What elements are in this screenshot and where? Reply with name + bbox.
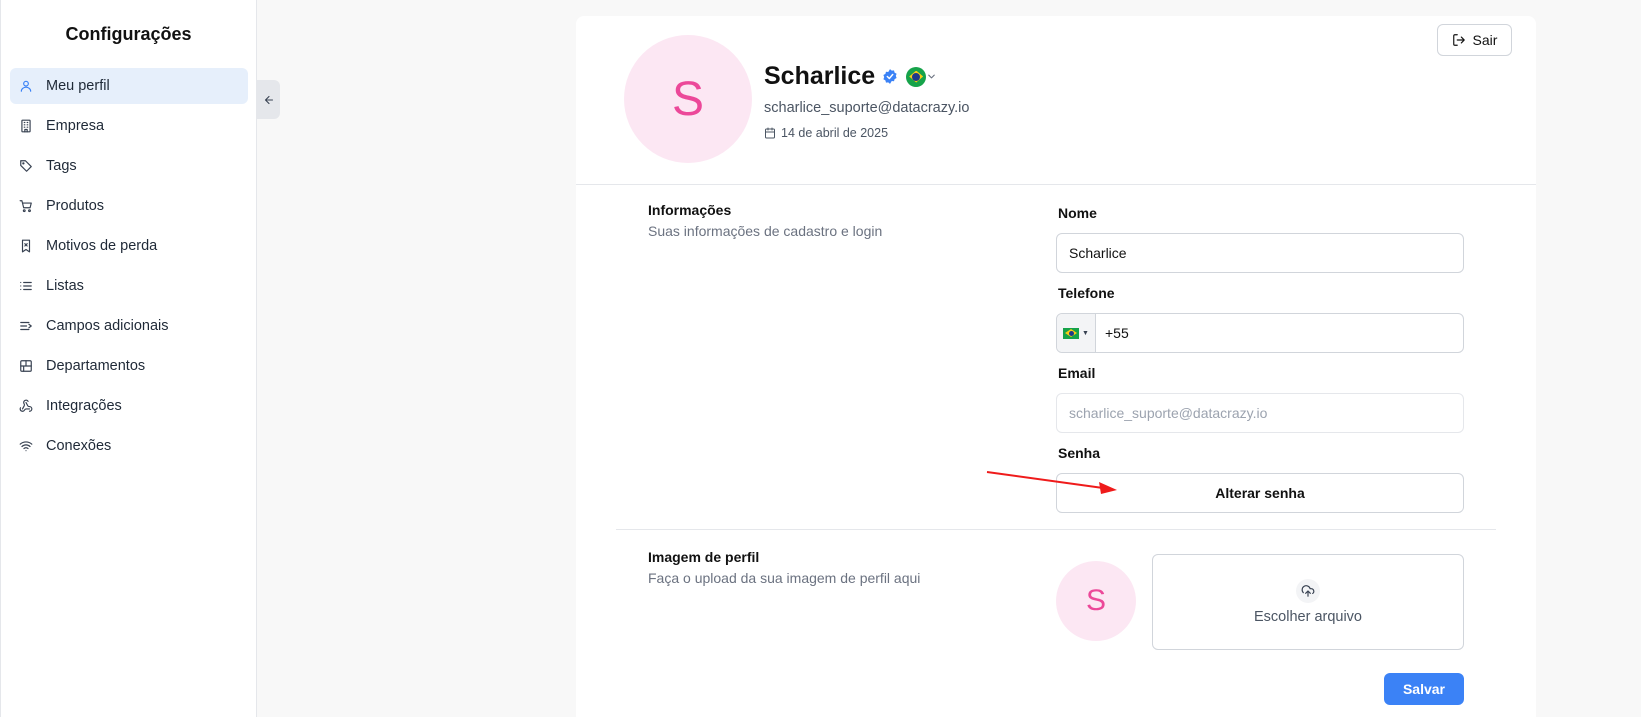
phone-label: Telefone <box>1058 285 1115 301</box>
user-icon <box>19 79 33 93</box>
sidebar-item-integracoes[interactable]: Integrações <box>10 388 248 424</box>
arrow-left-icon <box>264 95 273 104</box>
profile-name: Scharlice <box>764 62 876 90</box>
email-field[interactable]: scharlice_suporte@datacrazy.io <box>1056 393 1464 433</box>
info-section-title: Informações <box>648 202 732 218</box>
sidebar-item-label: Campos adicionais <box>46 318 169 334</box>
upload-label: Escolher arquivo <box>1254 609 1362 625</box>
sidebar-item-tags[interactable]: Tags <box>10 148 248 184</box>
settings-sidebar: Configurações Meu perfil Empresa Tags Pr… <box>0 0 257 717</box>
phone-field-value: +55 <box>1105 325 1129 341</box>
sidebar-item-produtos[interactable]: Produtos <box>10 188 248 224</box>
password-label: Senha <box>1058 445 1101 461</box>
avatar: S <box>624 35 752 163</box>
sidebar-item-empresa[interactable]: Empresa <box>10 108 248 144</box>
name-field-value: Scharlice <box>1069 245 1127 261</box>
name-field[interactable]: Scharlice <box>1056 233 1464 273</box>
sidebar-item-campos-adicionais[interactable]: Campos adicionais <box>10 308 248 344</box>
avatar-preview: S <box>1056 561 1136 641</box>
sidebar-item-label: Departamentos <box>46 358 146 374</box>
wifi-icon <box>19 439 33 453</box>
sidebar-item-departamentos[interactable]: Departamentos <box>10 348 248 384</box>
save-button[interactable]: Salvar <box>1384 673 1464 705</box>
verified-badge-icon <box>883 69 897 84</box>
email-field-value: scharlice_suporte@datacrazy.io <box>1069 405 1268 421</box>
brazil-flag-icon <box>906 66 927 87</box>
sidebar-item-label: Meu perfil <box>46 78 110 94</box>
collapse-sidebar-button[interactable] <box>257 80 280 119</box>
sidebar-item-label: Empresa <box>46 118 105 134</box>
sidebar-title: Configurações <box>65 24 192 44</box>
fields-icon <box>19 319 33 333</box>
profile-date: 14 de abril de 2025 <box>764 126 888 140</box>
image-section-title: Imagem de perfil <box>648 549 760 565</box>
logout-button[interactable]: Sair <box>1437 24 1512 56</box>
country-flag-selector[interactable] <box>906 66 937 87</box>
sidebar-item-motivos-de-perda[interactable]: Motivos de perda <box>10 228 248 264</box>
sidebar-item-listas[interactable]: Listas <box>10 268 248 304</box>
logout-icon <box>1452 34 1465 46</box>
phone-field[interactable]: ▼ +55 <box>1056 313 1464 353</box>
bookmark-x-icon <box>19 239 33 253</box>
cart-icon <box>19 199 33 213</box>
profile-card: S Scharlice scharlice_suporte@datacrazy.… <box>576 16 1536 717</box>
sidebar-item-label: Integrações <box>46 398 122 414</box>
departments-icon <box>19 359 33 373</box>
profile-header: S Scharlice scharlice_suporte@datacrazy.… <box>576 16 1536 185</box>
building-icon <box>19 119 33 133</box>
profile-name-row: Scharlice <box>764 62 937 91</box>
image-section-description: Faça o upload da sua imagem de perfil aq… <box>648 570 921 586</box>
webhook-icon <box>19 399 33 413</box>
tag-icon <box>19 159 33 173</box>
upload-file-button[interactable]: Escolher arquivo <box>1152 554 1464 650</box>
sidebar-item-label: Motivos de perda <box>46 238 158 254</box>
phone-country-selector[interactable]: ▼ <box>1057 314 1096 352</box>
sidebar-item-label: Conexões <box>46 438 112 454</box>
calendar-icon <box>765 127 775 139</box>
caret-down-icon: ▼ <box>1082 329 1089 337</box>
profile-date-text: 14 de abril de 2025 <box>781 126 889 140</box>
sidebar-nav: Meu perfil Empresa Tags Produtos Motivos… <box>1 68 256 464</box>
sidebar-item-meu-perfil[interactable]: Meu perfil <box>10 68 248 104</box>
sidebar-item-label: Tags <box>46 158 77 174</box>
sidebar-item-conexoes[interactable]: Conexões <box>10 428 248 464</box>
cloud-upload-icon <box>1296 579 1320 603</box>
sidebar-item-label: Listas <box>46 278 84 294</box>
email-label: Email <box>1058 365 1096 381</box>
chevron-down-icon <box>928 74 936 79</box>
list-icon <box>19 279 33 293</box>
profile-email: scharlice_suporte@datacrazy.io <box>764 100 970 116</box>
annotation-arrow-icon <box>986 471 1117 494</box>
brazil-flag-icon <box>1063 327 1080 339</box>
section-divider <box>616 529 1496 530</box>
sidebar-item-label: Produtos <box>46 198 105 214</box>
info-section-description: Suas informações de cadastro e login <box>648 223 883 239</box>
logout-label: Sair <box>1472 32 1498 48</box>
name-label: Nome <box>1058 205 1097 221</box>
